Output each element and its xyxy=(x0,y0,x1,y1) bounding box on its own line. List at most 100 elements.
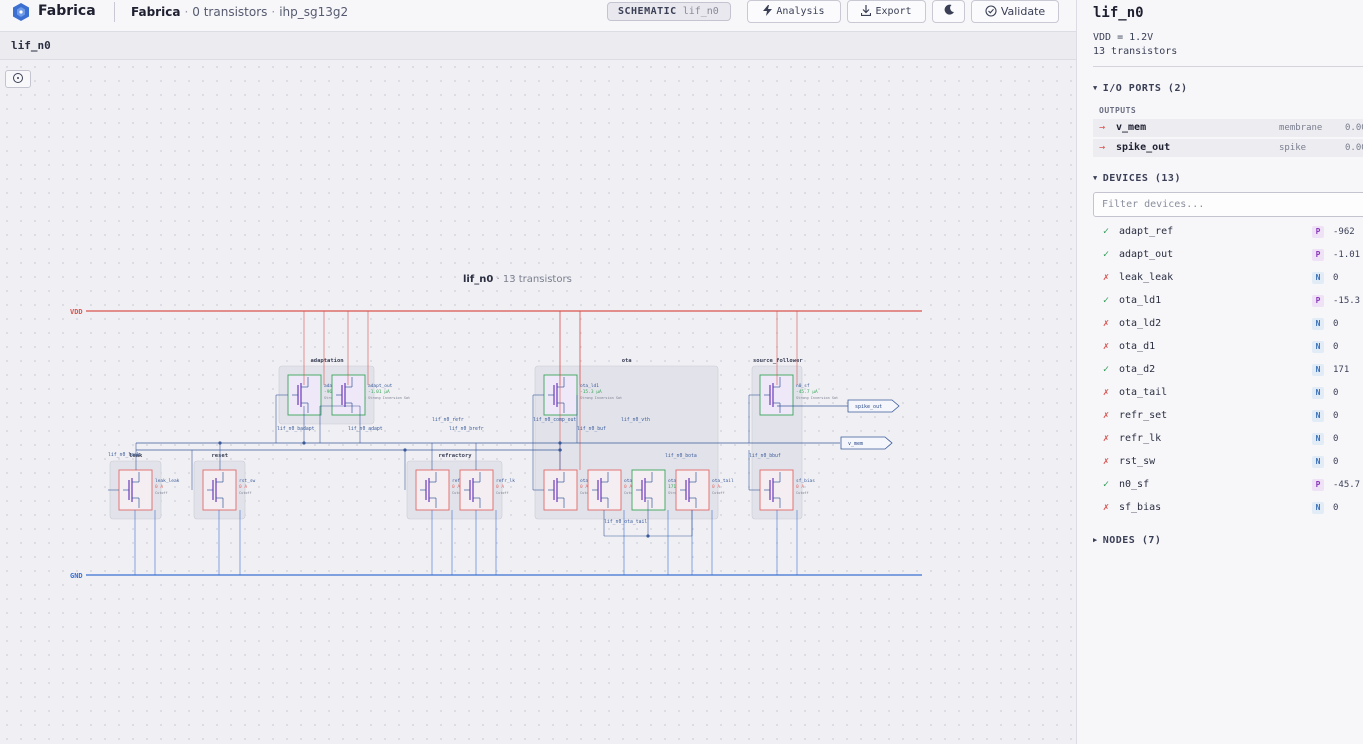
device-row-ota-ld2[interactable]: ✗ ota_ld2 N 0 xyxy=(1093,314,1363,334)
device-type-badge: P xyxy=(1312,226,1324,238)
device-type-badge: P xyxy=(1312,479,1324,491)
mode-label: SCHEMATIC xyxy=(618,6,677,17)
inspector-sidebar: lif_n0 VDD = 1.2V 13 transistors ▼ I/O PO… xyxy=(1076,0,1363,744)
device-region: Cutoff xyxy=(796,491,809,495)
device-region: Strong Inversion Sat xyxy=(796,396,838,400)
net-label: lif_n0_badapt xyxy=(277,426,315,432)
mode-circuit: lif_n0 xyxy=(682,6,719,17)
device-region: Strong Inversion Sat xyxy=(580,396,622,400)
device-row-ota-tail[interactable]: ✗ ota_tail N 0 xyxy=(1093,383,1363,403)
download-icon xyxy=(861,5,872,17)
device-current: 0 A xyxy=(496,484,504,490)
net-label: lif_n0_brefr xyxy=(449,426,484,432)
chevron-right-icon: ▶ xyxy=(1093,536,1098,544)
breadcrumb-pdk: ihp_sg13g2 xyxy=(279,5,349,19)
validate-button[interactable]: Validate xyxy=(971,0,1059,23)
chevron-down-icon: ▼ xyxy=(1093,174,1098,182)
device-label: leak_leak xyxy=(155,478,180,484)
export-button[interactable]: Export xyxy=(847,0,926,23)
sidebar-title: lif_n0 xyxy=(1093,5,1144,21)
port-row-v-mem[interactable]: → v_mem membrane 0.00 xyxy=(1093,119,1363,137)
output-arrow-icon: → xyxy=(1099,142,1106,153)
port-type: spike xyxy=(1279,143,1307,153)
cross-icon: ✗ xyxy=(1103,410,1110,421)
device-name: ota_tail xyxy=(1119,387,1168,398)
device-name: refr_lk xyxy=(1119,433,1162,444)
device-filter-input[interactable] xyxy=(1093,192,1363,217)
device-value: 0 xyxy=(1333,434,1339,444)
device-row-sf-bias[interactable]: ✗ sf_bias N 0 xyxy=(1093,498,1363,518)
theme-toggle-button[interactable] xyxy=(932,0,965,23)
device-type-badge: P xyxy=(1312,249,1324,261)
device-row-refr-set[interactable]: ✗ refr_set N 0 xyxy=(1093,406,1363,426)
device-row-n0-sf[interactable]: ✓ n0_sf P -45.7 xyxy=(1093,475,1363,495)
device-value: -1.01 xyxy=(1333,250,1361,260)
junction-dot xyxy=(558,448,562,452)
device-name: leak_leak xyxy=(1119,272,1174,283)
junction-dot xyxy=(558,441,562,445)
device-type-badge: N xyxy=(1312,387,1324,399)
hexagon-logo-icon[interactable] xyxy=(12,2,30,22)
port-row-spike-out[interactable]: → spike_out spike 0.00 xyxy=(1093,139,1363,157)
cross-icon: ✗ xyxy=(1103,341,1110,352)
device-row-leak-leak[interactable]: ✗ leak_leak N 0 xyxy=(1093,268,1363,288)
device-row-adapt-out[interactable]: ✓ adapt_out P -1.01 xyxy=(1093,245,1363,265)
sidebar-vdd: VDD = 1.2V xyxy=(1093,32,1154,43)
breadcrumb-project[interactable]: Fabrica xyxy=(131,5,180,19)
net-label: lif_n0_adapt xyxy=(348,426,383,432)
output-port-spike-out-label: spike_out xyxy=(855,404,882,410)
device-name: refr_set xyxy=(1119,410,1168,421)
device-region: Cutoff xyxy=(155,491,168,495)
header-divider xyxy=(114,2,115,22)
device-value: -45.7 xyxy=(1333,480,1361,490)
device-name: ota_ld2 xyxy=(1119,318,1162,329)
cross-icon: ✗ xyxy=(1103,272,1110,283)
output-arrow-icon: → xyxy=(1099,122,1106,133)
analysis-button[interactable]: Analysis xyxy=(747,0,841,23)
fit-view-icon xyxy=(13,72,23,83)
device-type-badge: N xyxy=(1312,272,1324,284)
cross-icon: ✗ xyxy=(1103,502,1110,513)
io-ports-section-toggle[interactable]: ▼ I/O PORTS (2) xyxy=(1093,83,1188,94)
device-name: ota_ld1 xyxy=(1119,295,1162,306)
device-row-ota-d2[interactable]: ✓ ota_d2 N 171 xyxy=(1093,360,1363,380)
device-value: 171 xyxy=(1333,365,1350,375)
device-row-ota-d1[interactable]: ✗ ota_d1 N 0 xyxy=(1093,337,1363,357)
device-row-adapt-ref[interactable]: ✓ adapt_ref P -962 xyxy=(1093,222,1363,242)
brand-name: Fabrica xyxy=(38,3,96,19)
device-row-refr-lk[interactable]: ✗ refr_lk N 0 xyxy=(1093,429,1363,449)
device-type-badge: N xyxy=(1312,318,1324,330)
check-icon: ✓ xyxy=(1103,226,1110,237)
output-port-v-mem-label: v_mem xyxy=(848,441,863,447)
nodes-section-toggle[interactable]: ▶ NODES (7) xyxy=(1093,535,1161,546)
device-label: ota_ld1 xyxy=(580,383,599,389)
device-row-ota-ld1[interactable]: ✓ ota_ld1 P -15.3 xyxy=(1093,291,1363,311)
fit-view-button[interactable] xyxy=(5,70,31,88)
device-region: Cutoff xyxy=(239,491,252,495)
schematic-drawing[interactable]: lif_n0 · 13 transistors VDD GND adaptation o… xyxy=(0,60,1076,744)
mode-badge: SCHEMATIC lif_n0 xyxy=(607,2,731,21)
device-type-badge: N xyxy=(1312,341,1324,353)
cross-icon: ✗ xyxy=(1103,433,1110,444)
net-label: lif_n0_bbuf xyxy=(749,453,781,459)
group-label: ota xyxy=(622,358,632,364)
device-current: 0 A xyxy=(155,484,163,490)
check-icon: ✓ xyxy=(1103,295,1110,306)
device-name: adapt_out xyxy=(1119,249,1174,260)
breadcrumb-transistors: 0 transistors xyxy=(192,5,268,19)
device-type-badge: N xyxy=(1312,502,1324,514)
group-label: adaptation xyxy=(311,358,344,364)
group-label: source_follower xyxy=(753,358,803,364)
port-type: membrane xyxy=(1279,123,1323,133)
device-current: -45.7 µA xyxy=(796,389,818,395)
device-row-rst-sw[interactable]: ✗ rst_sw N 0 xyxy=(1093,452,1363,472)
net-label: lif_n0_comp_out xyxy=(533,417,576,423)
lightning-icon xyxy=(763,5,773,16)
device-name: ota_d2 xyxy=(1119,364,1156,375)
device-current: 0 A xyxy=(452,484,460,490)
gnd-label: GND xyxy=(70,572,83,580)
schematic-canvas[interactable]: lif_n0 · 13 transistors VDD GND adaptation o… xyxy=(0,60,1076,744)
port-value: 0.00 xyxy=(1345,123,1363,133)
devices-section-toggle[interactable]: ▼ DEVICES (13) xyxy=(1093,173,1181,184)
cross-icon: ✗ xyxy=(1103,318,1110,329)
